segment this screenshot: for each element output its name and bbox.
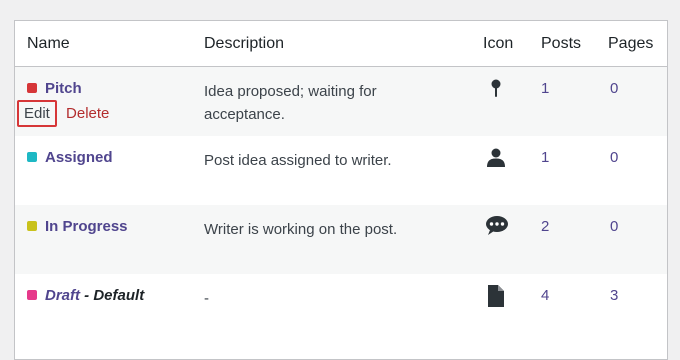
speech-bubble-icon [485,215,508,239]
table-row: Draft - Default - 4 3 [15,274,667,343]
column-header-name[interactable]: Name [27,35,70,53]
default-label: - Default [80,287,145,304]
document-icon [485,284,507,308]
pages-count-link[interactable]: 0 [610,80,618,97]
pin-icon [485,77,507,101]
delete-link[interactable]: Delete [66,105,109,122]
status-description: Writer is working on the post. [204,221,398,238]
status-color-swatch [27,221,37,231]
user-icon [485,146,507,170]
column-header-posts[interactable]: Posts [541,35,581,53]
column-header-description: Description [204,35,285,52]
status-description: Post idea assigned to writer. [204,152,392,169]
status-name-link[interactable]: Pitch [45,80,82,97]
status-color-swatch [27,290,37,300]
row-actions: Edit Delete [17,100,109,127]
column-header-icon: Icon [483,35,514,52]
status-color-swatch [27,83,37,93]
posts-count-link[interactable]: 2 [541,218,549,235]
posts-count-link[interactable]: 1 [541,149,549,166]
pages-count-link[interactable]: 3 [610,287,618,304]
status-description: Idea proposed; waiting for acceptance. [204,83,377,123]
pages-count-link[interactable]: 0 [610,218,618,235]
table-row: Assigned Post idea assigned to writer. 1… [15,136,667,205]
status-name-link[interactable]: Draft - Default [45,287,144,304]
posts-count-link[interactable]: 4 [541,287,549,304]
table-header: Name Description Icon Posts Pages [15,21,667,67]
status-description: - [204,290,209,307]
table-row: In Progress Writer is working on the pos… [15,205,667,274]
status-name-link[interactable]: In Progress [45,218,128,235]
posts-count-link[interactable]: 1 [541,80,549,97]
status-color-swatch [27,152,37,162]
status-name-link[interactable]: Assigned [45,149,113,166]
table-row: Pitch Edit Delete Idea proposed; waiting… [15,67,667,136]
column-header-pages[interactable]: Pages [608,35,653,53]
statuses-table: Name Description Icon Posts Pages Pitch … [14,20,668,360]
edit-link[interactable]: Edit [17,100,57,127]
pages-count-link[interactable]: 0 [610,149,618,166]
